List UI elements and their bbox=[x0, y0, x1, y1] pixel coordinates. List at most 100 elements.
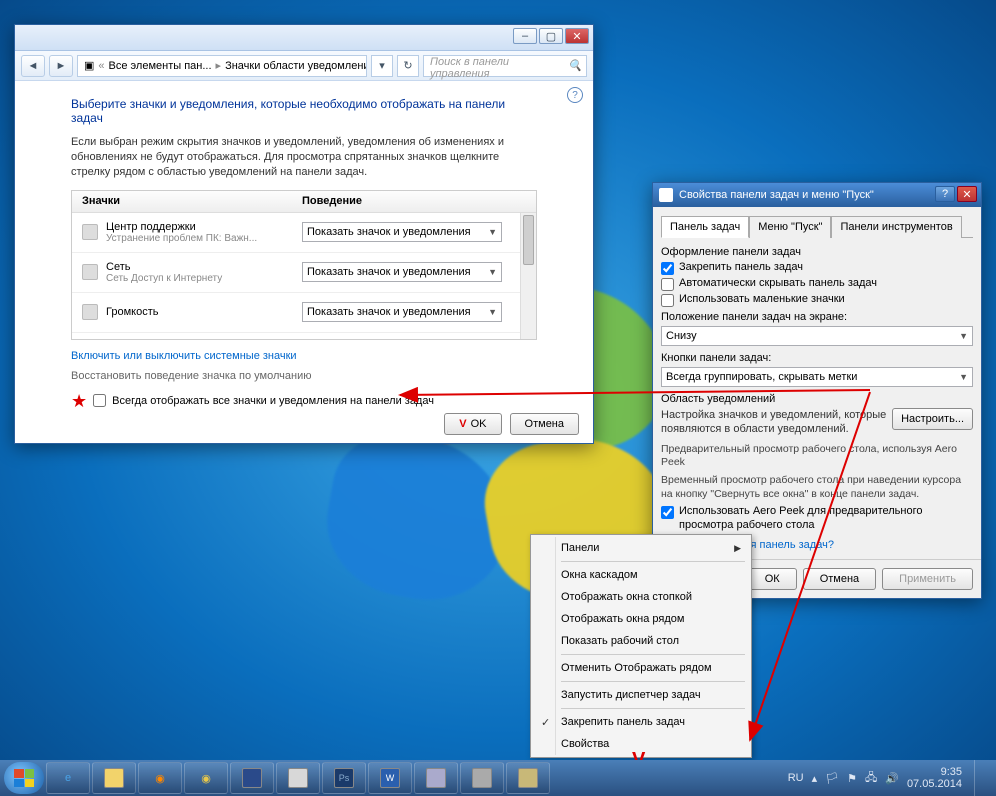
search-placeholder: Поиск в панели управления bbox=[430, 56, 509, 80]
taskbar-button-word[interactable]: W bbox=[368, 762, 412, 794]
back-button[interactable]: ◄ bbox=[21, 55, 45, 77]
ok-button[interactable]: VOK bbox=[444, 413, 501, 435]
taskbar-button-mediaplayer[interactable]: ◉ bbox=[138, 762, 182, 794]
flag-icon[interactable]: 🏳 bbox=[825, 772, 839, 785]
volume-tray-icon[interactable]: 🔊 bbox=[885, 772, 899, 785]
help-icon[interactable]: ? bbox=[567, 87, 583, 103]
position-label: Положение панели задач на экране: bbox=[661, 311, 973, 323]
peek-title: Предварительный просмотр рабочего стола,… bbox=[661, 443, 973, 470]
language-indicator[interactable]: RU bbox=[788, 772, 804, 784]
buttons-label: Кнопки панели задач: bbox=[661, 352, 973, 364]
folder-icon: ▣ bbox=[84, 59, 94, 72]
taskbar-button-ie[interactable]: e bbox=[46, 762, 90, 794]
taskbar-button-app[interactable] bbox=[230, 762, 274, 794]
row-name: Центр поддержки bbox=[106, 221, 257, 233]
menu-item-side-by-side[interactable]: Отображать окна рядом bbox=[533, 608, 749, 630]
row-name: Сеть bbox=[106, 261, 222, 273]
window-icon bbox=[659, 188, 673, 202]
menu-item-cascade[interactable]: Окна каскадом bbox=[533, 564, 749, 586]
tabstrip: Панель задач Меню "Пуск" Панели инструме… bbox=[661, 215, 973, 238]
tab-taskbar[interactable]: Панель задач bbox=[661, 216, 749, 238]
windows-logo-icon bbox=[14, 769, 34, 787]
row-meta: Устранение проблем ПК: Важн... bbox=[106, 233, 257, 244]
column-header-icons[interactable]: Значки bbox=[72, 195, 302, 207]
menu-item-stack[interactable]: Отображать окна стопкой bbox=[533, 586, 749, 608]
taskbar-button-app[interactable] bbox=[460, 762, 504, 794]
titlebar[interactable]: – ▢ ✕ bbox=[15, 25, 593, 51]
peek-description: Временный просмотр рабочего стола при на… bbox=[661, 474, 973, 501]
breadcrumb-part[interactable]: Все элементы пан... bbox=[109, 60, 212, 72]
volume-icon bbox=[82, 304, 98, 320]
scrollbar[interactable] bbox=[520, 213, 536, 339]
show-desktop-button[interactable] bbox=[974, 760, 986, 796]
breadcrumb-part[interactable]: Значки области уведомлений bbox=[225, 60, 367, 72]
menu-item-lock-taskbar[interactable]: ✓Закрепить панель задач bbox=[533, 711, 749, 733]
grid-row: Центр поддержки Устранение проблем ПК: В… bbox=[72, 213, 536, 253]
taskbar-button-app[interactable] bbox=[414, 762, 458, 794]
action-center-tray-icon[interactable]: ⚑ bbox=[847, 772, 857, 785]
notif-section-label: Область уведомлений bbox=[661, 393, 973, 405]
search-input[interactable]: Поиск в панели управления 🔍 bbox=[423, 55, 587, 77]
window-title: Свойства панели задач и меню "Пуск" bbox=[679, 189, 874, 201]
taskbar[interactable]: e ◉ ◉ Ps W RU ▴ 🏳 ⚑ 🖧 🔊 9:3507.05.2014 bbox=[0, 760, 996, 796]
menu-item-undo[interactable]: Отменить Отображать рядом bbox=[533, 657, 749, 679]
buttons-combobox[interactable]: Всегда группировать, скрывать метки▼ bbox=[661, 367, 973, 387]
autohide-checkbox[interactable] bbox=[661, 278, 674, 291]
behavior-combobox[interactable]: Показать значок и уведомления▼ bbox=[302, 262, 502, 282]
start-button[interactable] bbox=[4, 762, 44, 794]
aero-peek-checkbox[interactable] bbox=[661, 506, 674, 519]
network-tray-icon[interactable]: 🖧 bbox=[865, 769, 877, 788]
dropdown-history-button[interactable]: ▾ bbox=[371, 55, 393, 77]
clock[interactable]: 9:3507.05.2014 bbox=[907, 766, 962, 790]
ok-button[interactable]: ОК bbox=[748, 568, 797, 590]
taskbar-context-menu: Панели▶ Окна каскадом Отображать окна ст… bbox=[530, 534, 752, 758]
cancel-button[interactable]: Отмена bbox=[803, 568, 876, 590]
row-meta: Сеть Доступ к Интернету bbox=[106, 273, 222, 284]
system-tray: RU ▴ 🏳 ⚑ 🖧 🔊 9:3507.05.2014 bbox=[788, 760, 992, 796]
position-combobox[interactable]: Снизу▼ bbox=[661, 326, 973, 346]
search-icon: 🔍 bbox=[568, 59, 582, 72]
lock-taskbar-checkbox[interactable] bbox=[661, 262, 674, 275]
configure-button[interactable]: Настроить... bbox=[892, 408, 973, 430]
forward-button[interactable]: ► bbox=[49, 55, 73, 77]
notif-desc: Настройка значков и уведомлений, которые… bbox=[661, 409, 886, 435]
notification-area-window: – ▢ ✕ ◄ ► ▣ « Все элементы пан... ▸ Знач… bbox=[14, 24, 594, 444]
system-icons-link[interactable]: Включить или выключить системные значки bbox=[71, 350, 537, 362]
menu-item-task-manager[interactable]: Запустить диспетчер задач bbox=[533, 684, 749, 706]
always-show-label: Всегда отображать все значки и уведомлен… bbox=[112, 395, 434, 407]
grid-row: Громкость Показать значок и уведомления▼ bbox=[72, 293, 536, 333]
explorer-toolbar: ◄ ► ▣ « Все элементы пан... ▸ Значки обл… bbox=[15, 51, 593, 81]
tab-start-menu[interactable]: Меню "Пуск" bbox=[749, 216, 831, 238]
behavior-combobox[interactable]: Показать значок и уведомления▼ bbox=[302, 222, 502, 242]
menu-item-show-desktop[interactable]: Показать рабочий стол bbox=[533, 630, 749, 652]
taskbar-button-app[interactable] bbox=[506, 762, 550, 794]
section-label: Оформление панели задач bbox=[661, 246, 973, 258]
taskbar-button-app[interactable] bbox=[276, 762, 320, 794]
taskbar-button-photoshop[interactable]: Ps bbox=[322, 762, 366, 794]
action-center-icon bbox=[82, 224, 98, 240]
page-description: Если выбран режим скрытия значков и увед… bbox=[71, 135, 537, 180]
small-icons-checkbox[interactable] bbox=[661, 294, 674, 307]
tab-toolbars[interactable]: Панели инструментов bbox=[831, 216, 961, 238]
taskbar-button-explorer[interactable] bbox=[92, 762, 136, 794]
tray-icon[interactable]: ▴ bbox=[812, 772, 818, 785]
apply-button[interactable]: Применить bbox=[882, 568, 973, 590]
network-icon bbox=[82, 264, 98, 280]
menu-item-panels[interactable]: Панели▶ bbox=[533, 537, 749, 559]
close-button[interactable]: ✕ bbox=[565, 28, 589, 44]
maximize-button[interactable]: ▢ bbox=[539, 28, 563, 44]
breadcrumb[interactable]: ▣ « Все элементы пан... ▸ Значки области… bbox=[77, 55, 367, 77]
behavior-combobox[interactable]: Показать значок и уведомления▼ bbox=[302, 302, 502, 322]
page-title: Выберите значки и уведомления, которые н… bbox=[71, 97, 537, 125]
refresh-button[interactable]: ↻ bbox=[397, 55, 419, 77]
taskbar-button-chrome[interactable]: ◉ bbox=[184, 762, 228, 794]
close-button[interactable]: ✕ bbox=[957, 186, 977, 202]
always-show-checkbox[interactable] bbox=[93, 394, 106, 407]
titlebar[interactable]: Свойства панели задач и меню "Пуск" ? ✕ bbox=[653, 183, 981, 207]
minimize-button[interactable]: – bbox=[513, 28, 537, 44]
context-help-button[interactable]: ? bbox=[935, 186, 955, 202]
cancel-button[interactable]: Отмена bbox=[510, 413, 579, 435]
restore-defaults-link[interactable]: Восстановить поведение значка по умолчан… bbox=[71, 370, 537, 382]
icons-grid: Значки Поведение Центр поддержки Устране… bbox=[71, 190, 537, 340]
column-header-behavior[interactable]: Поведение bbox=[302, 195, 362, 207]
